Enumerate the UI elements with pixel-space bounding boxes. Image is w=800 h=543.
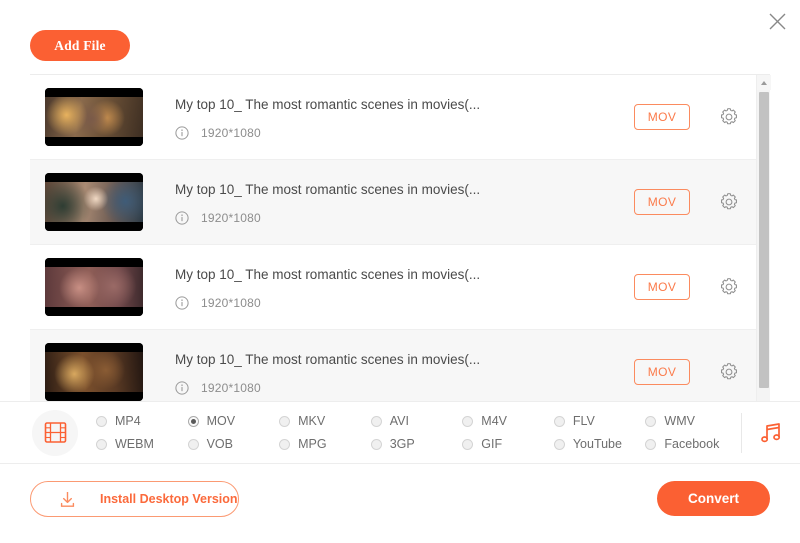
row-format-button[interactable]: MOV — [634, 104, 690, 130]
format-option-youtube[interactable]: YouTube — [553, 433, 646, 456]
radio-button[interactable] — [187, 415, 199, 427]
format-option-label: WEBM — [115, 437, 154, 451]
gear-icon — [721, 193, 737, 210]
file-resolution: 1920*1080 — [201, 295, 261, 310]
format-option-mov[interactable]: MOV — [187, 410, 280, 433]
format-option-webm[interactable]: WEBM — [96, 433, 188, 456]
format-option-label: FLV — [572, 414, 595, 428]
converter-window: Add File My top 10_ The most romantic sc… — [0, 0, 800, 543]
format-option-label: YouTube — [572, 437, 622, 451]
scrollbar-thumb[interactable] — [759, 92, 769, 388]
convert-button[interactable]: Convert — [657, 481, 770, 516]
format-option-mp4[interactable]: MP4 — [96, 410, 188, 433]
file-list-scrollbar[interactable] — [756, 75, 771, 401]
radio-button[interactable] — [462, 415, 474, 427]
video-thumbnail — [45, 258, 143, 316]
gear-icon — [721, 363, 737, 380]
radio-button[interactable] — [96, 415, 107, 427]
format-option-label: VOB — [206, 437, 233, 451]
row-settings-button[interactable] — [712, 100, 746, 134]
info-icon — [175, 380, 189, 395]
download-icon — [60, 491, 75, 507]
format-option-label: MKV — [298, 414, 326, 428]
format-option-vob[interactable]: VOB — [187, 433, 280, 456]
video-thumbnail — [45, 173, 143, 231]
format-option-label: MOV — [206, 414, 236, 428]
file-resolution: 1920*1080 — [201, 210, 261, 225]
radio-button[interactable] — [462, 438, 474, 450]
radio-button[interactable] — [279, 415, 291, 427]
music-note-icon — [761, 422, 781, 442]
format-option-facebook[interactable]: Facebook — [645, 433, 737, 456]
video-thumbnail — [45, 343, 143, 401]
format-option-avi[interactable]: AVI — [370, 410, 463, 433]
radio-button[interactable] — [96, 438, 107, 450]
gear-icon — [721, 278, 737, 295]
format-option-mpg[interactable]: MPG — [279, 433, 371, 456]
file-meta: My top 10_ The most romantic scenes in m… — [175, 95, 634, 140]
file-meta: My top 10_ The most romantic scenes in m… — [175, 350, 634, 395]
video-format-tab[interactable] — [32, 409, 78, 456]
row-format-button[interactable]: MOV — [634, 359, 690, 385]
file-meta: My top 10_ The most romantic scenes in m… — [175, 180, 634, 225]
audio-format-tab[interactable] — [742, 420, 800, 446]
format-option-mkv[interactable]: MKV — [279, 410, 371, 433]
file-resolution: 1920*1080 — [201, 125, 261, 140]
radio-button[interactable] — [645, 438, 657, 450]
footer: Install Desktop Version Convert — [0, 464, 800, 543]
format-option-label: MP4 — [115, 414, 141, 428]
info-icon — [175, 295, 189, 310]
file-list: My top 10_ The most romantic scenes in m… — [30, 74, 770, 401]
format-option-label: AVI — [389, 414, 409, 428]
radio-button[interactable] — [645, 415, 657, 427]
file-title: My top 10_ The most romantic scenes in m… — [175, 181, 481, 197]
row-settings-button[interactable] — [712, 270, 746, 304]
output-format-bar: MP4 MOV MKV AVI M4V FLV WMV WEBM VOB MPG 3GP GIF You… — [0, 401, 800, 464]
row-settings-button[interactable] — [712, 185, 746, 219]
file-title: My top 10_ The most romantic scenes in m… — [175, 351, 481, 367]
file-resolution: 1920*1080 — [201, 380, 261, 395]
radio-button[interactable] — [279, 438, 291, 450]
radio-button[interactable] — [553, 438, 565, 450]
format-options: MP4 MOV MKV AVI M4V FLV WMV WEBM VOB MPG 3GP GIF You… — [96, 410, 737, 456]
format-option-wmv[interactable]: WMV — [645, 410, 737, 433]
toolbar: Add File — [0, 0, 800, 68]
format-option-label: GIF — [481, 437, 503, 451]
format-option-label: MPG — [298, 437, 327, 451]
chevron-up-icon — [761, 80, 767, 85]
install-desktop-version-button[interactable]: Install Desktop Version — [30, 481, 239, 517]
file-title: My top 10_ The most romantic scenes in m… — [175, 266, 481, 282]
file-title: My top 10_ The most romantic scenes in m… — [175, 96, 481, 112]
table-row[interactable]: My top 10_ The most romantic scenes in m… — [30, 245, 756, 330]
info-icon — [175, 210, 189, 225]
format-option-label: WMV — [664, 414, 695, 428]
film-strip-icon — [44, 422, 66, 443]
table-row[interactable]: My top 10_ The most romantic scenes in m… — [30, 160, 756, 245]
format-option-3gp[interactable]: 3GP — [370, 433, 463, 456]
row-format-button[interactable]: MOV — [634, 189, 690, 215]
file-meta: My top 10_ The most romantic scenes in m… — [175, 265, 634, 310]
radio-button[interactable] — [187, 438, 199, 450]
format-option-flv[interactable]: FLV — [553, 410, 646, 433]
format-option-label: 3GP — [389, 437, 415, 451]
row-format-button[interactable]: MOV — [634, 274, 690, 300]
info-icon — [175, 125, 189, 140]
scrollbar-up-button[interactable] — [757, 75, 771, 90]
install-desktop-version-label: Install Desktop Version — [100, 492, 238, 506]
row-settings-button[interactable] — [712, 355, 746, 389]
format-option-m4v[interactable]: M4V — [462, 410, 554, 433]
radio-button[interactable] — [370, 415, 382, 427]
format-option-label: Facebook — [664, 437, 720, 451]
add-file-button[interactable]: Add File — [30, 30, 130, 61]
radio-button[interactable] — [553, 415, 565, 427]
video-thumbnail — [45, 88, 143, 146]
format-option-label: M4V — [481, 414, 507, 428]
table-row[interactable]: My top 10_ The most romantic scenes in m… — [30, 75, 756, 160]
format-option-gif[interactable]: GIF — [462, 433, 554, 456]
table-row[interactable]: My top 10_ The most romantic scenes in m… — [30, 330, 756, 401]
gear-icon — [721, 108, 737, 125]
radio-button[interactable] — [370, 438, 382, 450]
